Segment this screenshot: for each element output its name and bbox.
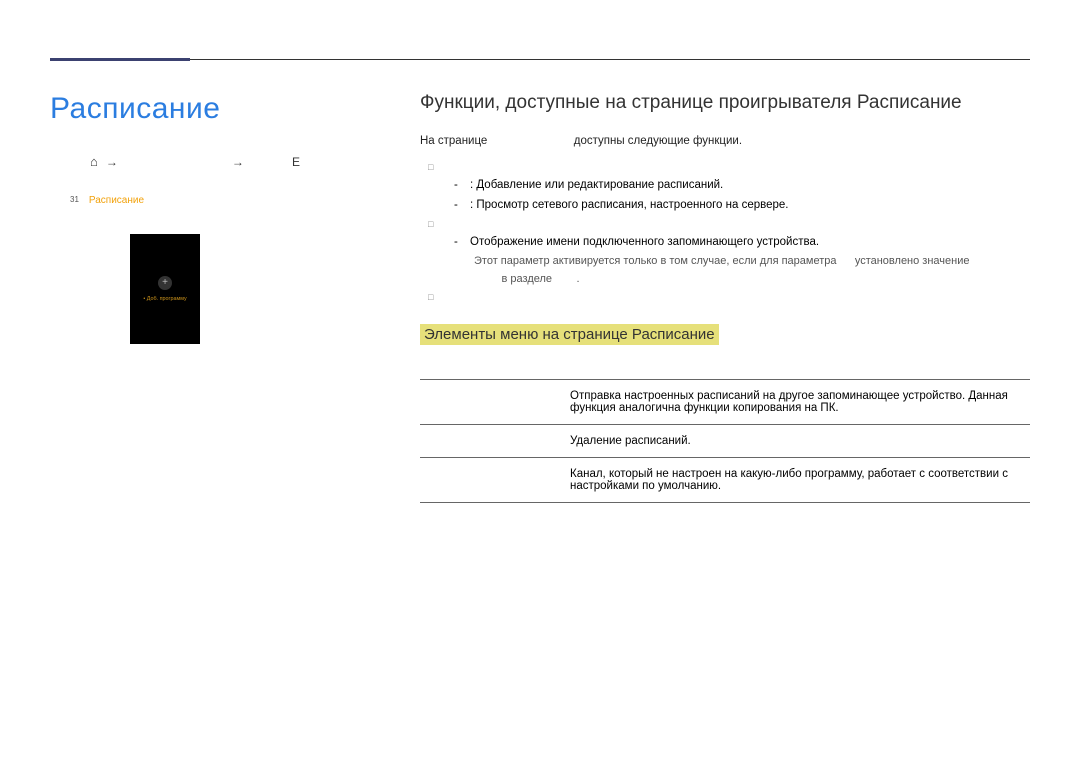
list-item: : Добавление или редактирование расписан… — [470, 176, 723, 196]
section-title: Расписание — [50, 92, 390, 126]
cell-name — [420, 425, 570, 458]
cell-name — [420, 458, 570, 503]
table-row: Удаление расписаний. — [420, 425, 1030, 458]
menu-table: Отправка настроенных расписаний на друго… — [420, 359, 1030, 503]
tile-label: Расписание — [89, 195, 144, 206]
table-row: Отправка настроенных расписаний на друго… — [420, 380, 1030, 425]
subheading: Элементы меню на странице Расписание — [420, 324, 719, 345]
cell-name — [420, 380, 570, 425]
breadcrumb: ⌂ → → E — [50, 154, 390, 169]
cell-desc: Удаление расписаний. — [570, 425, 1030, 458]
table-row: Канал, который не настроен на какую-либо… — [420, 458, 1030, 503]
list-item: Отображение имени подключенного запомина… — [470, 233, 819, 253]
list-item: : Просмотр сетевого расписания, настроен… — [470, 196, 788, 216]
plus-icon[interactable]: + — [158, 276, 172, 290]
schedule-tile[interactable]: + • Доб. программу — [130, 234, 200, 344]
page-heading: Функции, доступные на странице проигрыва… — [420, 92, 1030, 114]
dash-icon: - — [454, 176, 460, 196]
bullet-icon: □ — [428, 215, 436, 233]
top-rule-accent — [50, 58, 190, 61]
intro-text: На странице доступны следующие функции. — [420, 132, 1030, 150]
note-text: Этот параметр активируется только в том … — [420, 253, 1030, 288]
bullet-icon: □ — [428, 158, 436, 176]
top-rule — [50, 0, 1030, 60]
cell-desc: Канал, который не настроен на какую-либо… — [570, 458, 1030, 503]
home-icon: ⌂ — [90, 154, 98, 169]
table-header — [570, 359, 1030, 380]
dash-icon: - — [454, 233, 460, 253]
table-header — [420, 359, 570, 380]
cell-desc: Отправка настроенных расписаний на друго… — [570, 380, 1030, 425]
breadcrumb-key: E — [292, 155, 390, 169]
dash-icon: - — [454, 196, 460, 216]
tile-caption: • Доб. программу — [143, 296, 186, 301]
arrow-icon: → — [106, 155, 118, 169]
page-number: 31 — [70, 195, 79, 204]
arrow-icon: → — [232, 155, 244, 169]
bullet-icon: □ — [428, 288, 436, 306]
